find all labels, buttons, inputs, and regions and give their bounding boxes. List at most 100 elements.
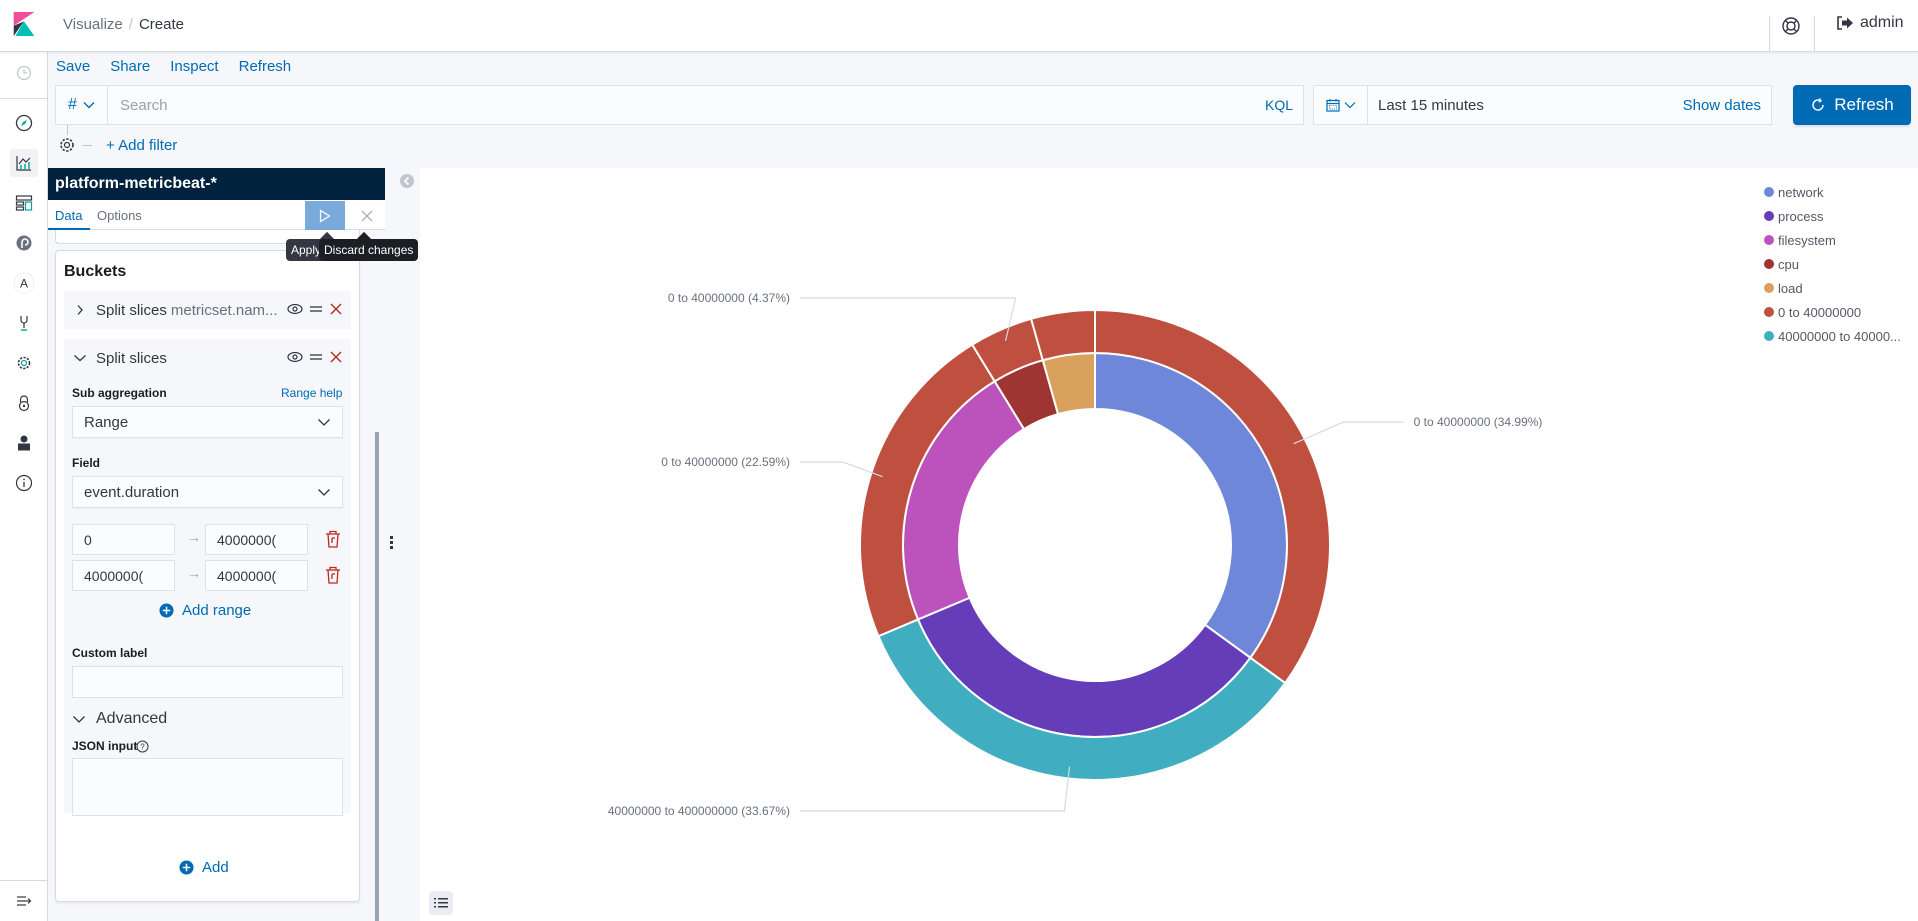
add-range-button[interactable]: Add range [159, 602, 251, 619]
range-from-input[interactable]: 0 [72, 524, 175, 555]
svg-text:A: A [20, 277, 28, 291]
add-filter-button[interactable]: + Add filter [106, 137, 177, 154]
tab-options[interactable]: Options [97, 208, 142, 223]
sub-aggregation-select[interactable]: Range [72, 406, 343, 438]
gear-icon[interactable] [10, 349, 38, 377]
field-label: Field [72, 456, 101, 470]
legend-item[interactable]: 40000000 to 40000... [1764, 324, 1901, 348]
hash-icon: # [68, 96, 77, 113]
clock-icon[interactable] [10, 59, 38, 87]
kql-toggle-button[interactable]: KQL [1265, 97, 1293, 113]
sub-aggregation-value: Range [84, 413, 129, 431]
arrow-right-icon: → [187, 529, 201, 545]
refresh-button-label: Refresh [1834, 95, 1894, 114]
logout-icon [1837, 16, 1853, 30]
breadcrumb-visualize[interactable]: Visualize [63, 16, 123, 33]
remove-agg-icon[interactable] [329, 302, 343, 316]
legend-toggle-button[interactable] [429, 891, 453, 915]
refresh-link[interactable]: Refresh [239, 58, 292, 75]
user-menu-button[interactable]: admin [1836, 14, 1904, 32]
visualize-icon[interactable] [10, 149, 38, 177]
user-icon[interactable] [10, 429, 38, 457]
header-divider [1769, 16, 1770, 52]
play-icon [319, 208, 331, 223]
legend-item[interactable]: filesystem [1764, 228, 1901, 252]
top-nav-menu: Save Share Inspect Refresh [56, 58, 291, 75]
show-dates-button[interactable]: Show dates [1683, 97, 1761, 114]
field-select[interactable]: event.duration [72, 476, 343, 508]
search-input[interactable] [108, 96, 1265, 114]
compass-icon[interactable] [10, 109, 38, 137]
custom-label-label: Custom label [72, 646, 148, 660]
chevron-down-icon [83, 102, 95, 109]
buckets-title: Buckets [64, 263, 127, 280]
legend-item[interactable]: process [1764, 204, 1901, 228]
svg-text:?: ? [140, 743, 145, 752]
nav-divider [0, 98, 48, 99]
range-to-input[interactable]: 4000000( [205, 560, 308, 591]
filter-settings-gear-icon[interactable] [58, 136, 76, 154]
eye-icon[interactable] [287, 302, 303, 316]
advanced-toggle[interactable]: Advanced [72, 710, 167, 728]
dashboard-icon[interactable] [10, 189, 38, 217]
drag-handle-icon[interactable] [309, 350, 323, 364]
tab-data[interactable]: Data [55, 208, 82, 223]
logs-icon[interactable] [10, 229, 38, 257]
slice-data-label: 40000000 to 400000000 (33.67%) [608, 804, 790, 818]
drag-handle-icon[interactable] [309, 302, 323, 316]
filter-connector [67, 125, 68, 135]
time-range-label[interactable]: Last 15 minutes [1368, 97, 1683, 114]
kibana-logo-icon[interactable] [12, 12, 36, 36]
share-button[interactable]: Share [110, 58, 150, 75]
legend-item[interactable]: network [1764, 180, 1901, 204]
editor-scrollbar[interactable] [375, 432, 379, 921]
question-circle-icon[interactable]: ? [136, 740, 149, 753]
refresh-button[interactable]: Refresh [1793, 85, 1911, 125]
range-from-input[interactable]: 4000000( [72, 560, 175, 591]
close-icon [361, 210, 373, 221]
chevron-down-icon[interactable] [72, 352, 88, 364]
quick-select-button[interactable] [1314, 86, 1368, 124]
legend-label: network [1778, 184, 1824, 200]
inspect-button[interactable]: Inspect [170, 58, 218, 75]
remove-agg-icon[interactable] [329, 350, 343, 364]
chevron-right-icon[interactable] [72, 304, 88, 316]
sub-aggregation-label: Sub aggregation [72, 386, 167, 400]
agg-description: metricset.nam... [170, 301, 278, 319]
trash-icon[interactable] [325, 530, 341, 548]
range-to-input[interactable]: 4000000( [205, 524, 308, 555]
advanced-label: Advanced [96, 710, 168, 727]
eye-icon[interactable] [287, 350, 303, 364]
legend-color-dot [1764, 283, 1774, 293]
range-help-link[interactable]: Range help [281, 386, 342, 400]
agg-split-slices-collapsed: Split slices metricset.nam... [64, 291, 351, 329]
breadcrumb: Visualize / Create [63, 16, 184, 33]
legend-item[interactable]: load [1764, 276, 1901, 300]
query-language-button[interactable]: # [56, 86, 108, 124]
save-button[interactable]: Save [56, 58, 90, 75]
filter-divider [82, 144, 92, 146]
letter-a-icon[interactable]: A [10, 269, 38, 297]
lifebuoy-icon[interactable] [1780, 15, 1802, 37]
legend-color-dot [1764, 211, 1774, 221]
breadcrumb-create: Create [138, 16, 184, 33]
trash-icon[interactable] [325, 566, 341, 584]
arrow-right-icon: → [187, 565, 201, 581]
apply-changes-button[interactable] [305, 201, 345, 230]
custom-label-input[interactable] [72, 666, 343, 698]
add-agg-button[interactable]: Add [179, 859, 229, 876]
discard-changes-button[interactable] [353, 201, 381, 230]
legend-item[interactable]: cpu [1764, 252, 1901, 276]
lock-icon[interactable] [10, 389, 38, 417]
outer-ring-slice[interactable] [1029, 308, 1096, 362]
drag-dots-icon[interactable] [390, 536, 394, 552]
json-input-textarea[interactable] [72, 758, 343, 816]
chart-legend: network process filesystem cpu load 0 to 4000… [1764, 180, 1901, 348]
legend-item[interactable]: 0 to 40000000 [1764, 300, 1901, 324]
editor-scroll-area: Buckets Split slices metricset.nam... Sp… [48, 230, 385, 921]
collapse-sidebar-icon[interactable] [400, 174, 414, 188]
info-icon[interactable] [10, 469, 38, 497]
collapse-nav-icon[interactable] [10, 887, 38, 915]
chevron-down-icon [1344, 102, 1355, 109]
wrench-icon[interactable] [10, 309, 38, 337]
